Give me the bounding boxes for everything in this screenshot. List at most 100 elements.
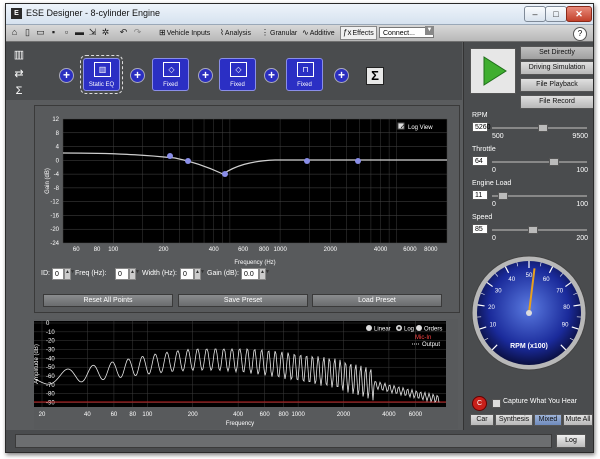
home-icon[interactable]: ⌂	[9, 27, 20, 38]
spectrum-x-tick: 400	[233, 412, 244, 418]
car-mode-button[interactable]: Car	[470, 414, 494, 426]
eq-point[interactable]	[355, 158, 361, 164]
toolbar-analysis[interactable]: ⌇Analysis	[218, 27, 253, 39]
gauge-tick-label: 60	[543, 277, 550, 283]
set-directly-button[interactable]: Set Directly	[520, 46, 593, 60]
slider-thumb[interactable]	[528, 226, 539, 234]
add-effect-button[interactable]: +	[264, 68, 279, 83]
load-preset-button[interactable]: Load Preset	[312, 294, 442, 307]
slider-thumb[interactable]	[498, 192, 509, 200]
spectrum-x-tick: 100	[142, 412, 153, 418]
chevron-down-icon[interactable]: ▼	[425, 26, 434, 35]
output-legend: Output	[422, 342, 440, 348]
play-button[interactable]	[470, 48, 516, 94]
capture-row: C Capture What You Hear	[470, 394, 590, 411]
maximize-button[interactable]: □	[545, 6, 567, 22]
add-effect-button[interactable]: +	[130, 68, 145, 83]
redo-icon[interactable]: ↷	[132, 27, 143, 38]
export-icon[interactable]: ⇲	[87, 27, 98, 38]
eq-y-tick: -16	[50, 213, 59, 219]
width-input[interactable]: 0	[180, 268, 194, 280]
slider-track[interactable]	[492, 229, 587, 231]
save-preset-button[interactable]: Save Preset	[178, 294, 308, 307]
eq-y-tick: -8	[54, 186, 60, 192]
toolbar-granular[interactable]: ⋮Granular	[259, 27, 299, 39]
eq-point[interactable]	[304, 158, 310, 164]
slider-track[interactable]	[492, 161, 587, 163]
slider-value-input[interactable]: 11	[472, 190, 488, 200]
spectrum-plot-area	[34, 321, 446, 407]
gauge-tick-label: 30	[495, 289, 502, 295]
id-input[interactable]: 0	[52, 268, 64, 280]
id-label: ID:	[41, 270, 50, 277]
save-as-icon[interactable]: ▫	[61, 27, 72, 38]
help-button[interactable]: ?	[573, 27, 587, 41]
slider-thumb[interactable]	[548, 158, 559, 166]
effect-fixed-1[interactable]: ◇ Fixed	[152, 58, 189, 91]
analysis-icon: ⌇	[220, 28, 224, 37]
undo-icon[interactable]: ↶	[118, 27, 129, 38]
eq-point[interactable]	[167, 153, 173, 159]
freq-label: Freq (Hz):	[75, 270, 107, 277]
linear-radio[interactable]	[366, 325, 372, 331]
file-playback-button[interactable]: File Playback	[520, 78, 593, 92]
spectrum-x-tick: 200	[188, 412, 199, 418]
eq-x-tick: 1000	[273, 247, 287, 253]
eq-point[interactable]	[185, 158, 191, 164]
add-effect-button[interactable]: +	[59, 68, 74, 83]
status-bar	[15, 434, 552, 448]
settings-gear-icon[interactable]: ✲	[100, 27, 111, 38]
freq-input[interactable]: 0	[115, 268, 129, 280]
gauge-tick-label: 70	[556, 289, 563, 295]
open-folder-icon[interactable]: ▭	[35, 27, 46, 38]
eq-y-tick: 12	[52, 117, 59, 123]
spectrum-y-tick: -10	[46, 330, 55, 336]
toolbar-effects[interactable]: ƒxEffects	[340, 26, 377, 40]
log-button[interactable]: Log	[556, 434, 586, 448]
gain-input[interactable]: 0.0	[241, 268, 259, 280]
app-window: E ESE Designer - 8-cylinder Engine – □ ✕…	[5, 3, 594, 453]
toolbar-vehicle-inputs[interactable]: ⊞Vehicle Inputs	[157, 27, 212, 39]
effect-static-eq[interactable]: ▥ Static EQ	[80, 55, 123, 94]
minimize-button[interactable]: –	[524, 6, 546, 22]
orders-radio[interactable]	[416, 325, 422, 331]
effect-fixed-2[interactable]: ◇ Fixed	[219, 58, 256, 91]
capture-checkbox[interactable]	[492, 399, 501, 408]
slider-value-input[interactable]: 64	[472, 156, 488, 166]
waveform-icon[interactable]: ▥	[12, 48, 26, 62]
spectrum-x-tick: 6000	[409, 412, 423, 418]
effect-label: Fixed	[297, 82, 312, 88]
effects-chain: ▥ ⇄ Σ + ▥ Static EQ + ◇ Fixed + ◇ Fixed …	[6, 42, 462, 100]
add-effect-button[interactable]: +	[198, 68, 213, 83]
routing-icon[interactable]: ⇄	[12, 67, 26, 81]
slider-value-input[interactable]: 5260	[472, 122, 491, 132]
mixed-mode-button[interactable]: Mixed	[534, 414, 562, 426]
eq-x-tick: 4000	[374, 247, 388, 253]
eq-point[interactable]	[222, 171, 228, 177]
slider-value-input[interactable]: 85	[472, 224, 488, 234]
record-button[interactable]: C	[472, 396, 487, 411]
folder-icon[interactable]: ▬	[74, 27, 85, 38]
spectrum-x-tick: 600	[260, 412, 271, 418]
toolbar-additive[interactable]: ∿Additive	[300, 27, 337, 39]
synthesis-mode-button[interactable]: Synthesis	[495, 414, 533, 426]
reset-all-points-button[interactable]: Reset All Points	[43, 294, 173, 307]
add-effect-button[interactable]: +	[334, 68, 349, 83]
spinner-arrows-icon[interactable]: ▲▼	[64, 268, 75, 280]
diamond-filter-icon: ◇	[163, 62, 180, 77]
sum-icon[interactable]: Σ	[12, 84, 26, 98]
spinner-arrows-icon[interactable]: ▲▼	[129, 268, 140, 280]
close-button[interactable]: ✕	[566, 6, 592, 22]
mute-all-button[interactable]: Mute All	[563, 414, 593, 426]
file-record-button[interactable]: File Record	[520, 95, 593, 109]
driving-simulation-button[interactable]: Driving Simulation	[520, 61, 593, 75]
eq-x-tick: 6000	[403, 247, 417, 253]
spinner-arrows-icon[interactable]: ▲▼	[194, 268, 205, 280]
output-sum[interactable]: Σ	[366, 67, 384, 85]
slider-thumb[interactable]	[538, 124, 549, 132]
spinner-arrows-icon[interactable]: ▲▼	[259, 268, 270, 280]
new-file-icon[interactable]: ▯	[22, 27, 33, 38]
effect-fixed-3[interactable]: ⊓ Fixed	[286, 58, 323, 91]
status-area: Log	[6, 430, 593, 452]
save-icon[interactable]: ▪	[48, 27, 59, 38]
